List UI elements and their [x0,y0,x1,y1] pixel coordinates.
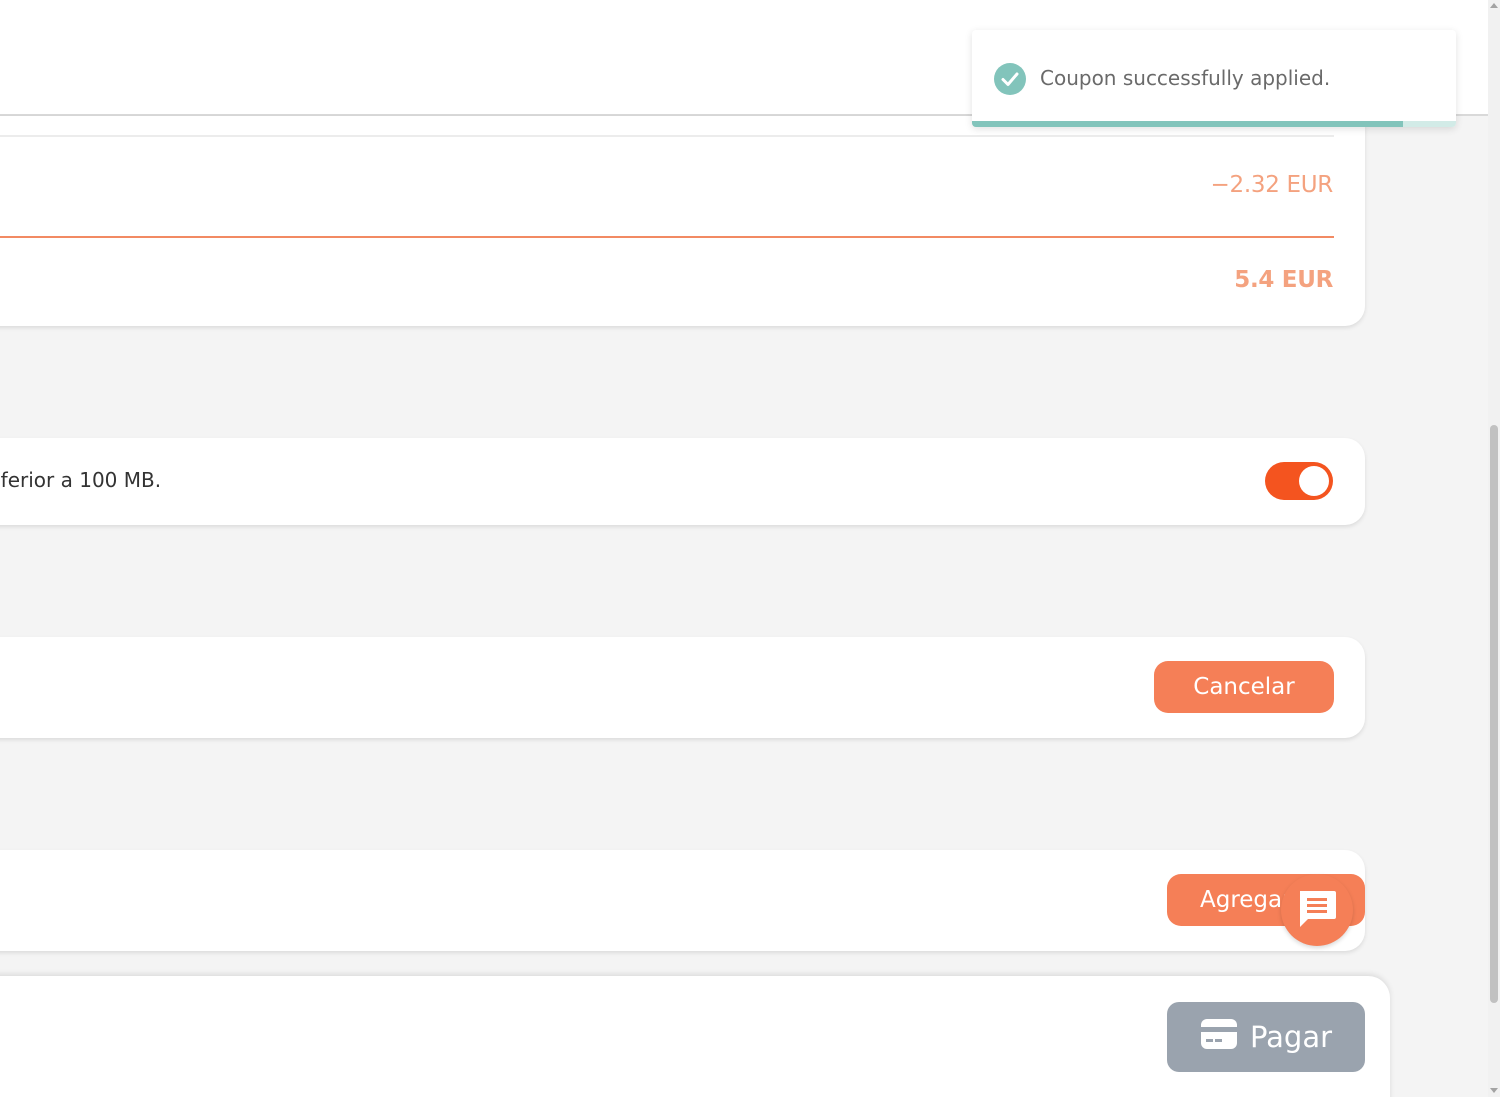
cancel-button[interactable]: Cancelar [1154,661,1334,713]
option-toggle[interactable] [1265,462,1333,500]
credit-card-icon [1200,1017,1238,1058]
cancel-card: Cancelar [0,637,1365,738]
payment-bar: Pagar [0,976,1390,1097]
scroll-up-arrow-icon[interactable] [1490,2,1498,10]
scrollbar-thumb[interactable] [1490,425,1498,1003]
check-circle-icon [994,63,1026,95]
total-divider [0,236,1334,238]
chat-button[interactable] [1281,874,1353,946]
toast-progress-fill [972,121,1403,127]
pay-button[interactable]: Pagar [1167,1002,1365,1072]
toast-message: Coupon successfully applied. [1040,66,1331,90]
chat-icon [1296,887,1338,933]
total-amount: 5.4 EUR [1234,267,1333,293]
discount-amount: −2.32 EUR [1210,172,1334,198]
scroll-down-arrow-icon[interactable] [1490,1086,1498,1094]
toggle-knob [1299,466,1329,496]
order-summary-card: −2.32 EUR 5.4 EUR [0,116,1365,326]
coupon-toast[interactable]: Coupon successfully applied. [972,30,1456,127]
option-description: nferior a 100 MB. [0,468,162,492]
toast-progress [972,121,1456,127]
add-card: Agregar [0,850,1365,951]
scrollbar[interactable] [1488,0,1500,1097]
file-size-option-card: nferior a 100 MB. [0,438,1365,525]
pay-button-label: Pagar [1249,1020,1333,1054]
divider [0,135,1334,137]
